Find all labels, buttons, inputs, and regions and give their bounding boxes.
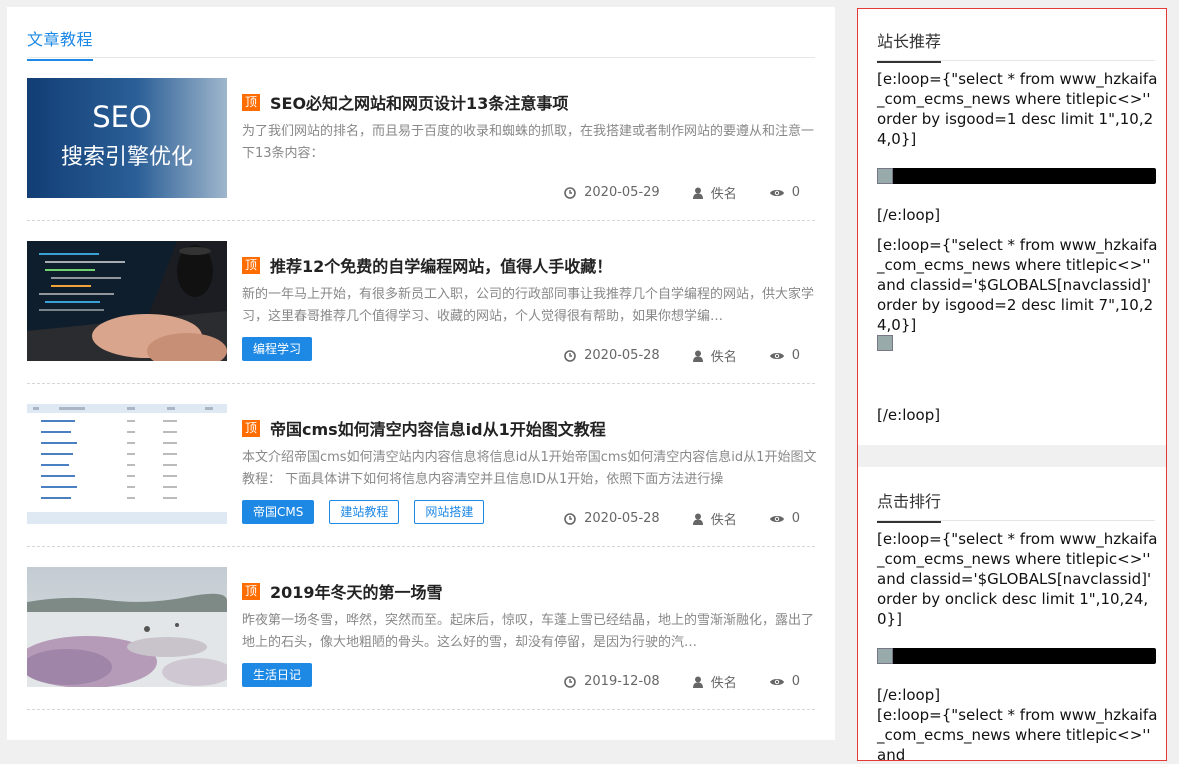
template-code-text: [e:loop={"select * from www_hzkaifa_com_… <box>877 706 1158 761</box>
article-summary: 本文介绍帝国cms如何清空站内内容信息将信息id从1开始帝国cms如何清空内容信… <box>242 450 817 487</box>
article-list-panel: 文章教程 SEO 搜索引擎优化 顶 SEO必知之网站和网页设计13条注意事项 为… <box>7 7 835 740</box>
article-thumbnail[interactable] <box>27 404 227 524</box>
tag-link[interactable]: 编程学习 <box>242 337 313 361</box>
article-date: 2020-05-28 <box>584 348 660 363</box>
sidebar-divider <box>858 445 1166 467</box>
tag-link[interactable]: 生活日记 <box>242 663 313 687</box>
article-summary: 新的一年马上开始，有很多新员工入职，公司的行政部同事让我推荐几个自学编程的网站，… <box>242 287 815 324</box>
article-title-link[interactable]: 2019年冬天的第一场雪 <box>270 579 443 603</box>
top-badge: 顶 <box>242 419 260 437</box>
user-icon <box>692 350 703 362</box>
top-badge: 顶 <box>242 582 260 600</box>
article-item: SEO 搜索引擎优化 顶 SEO必知之网站和网页设计13条注意事项 为了我们网站… <box>27 58 815 221</box>
eye-icon <box>769 515 784 522</box>
article-item: 顶 帝国cms如何清空内容信息id从1开始图文教程 本文介绍帝国cms如何清空站… <box>27 384 817 547</box>
article-summary: 昨夜第一场冬雪，哗然，突然而至。起床后，惊叹，车蓬上雪已经结晶，地上的雪渐渐融化… <box>242 613 815 650</box>
template-code-text: [e:loop={"select * from www_hzkaifa_com_… <box>877 236 1158 334</box>
article-thumbnail[interactable] <box>27 241 227 361</box>
template-code-text: [e:loop={"select * from www_hzkaifa_com_… <box>877 530 1158 628</box>
recommend-header: 站长推荐 <box>877 28 1155 63</box>
user-icon <box>692 676 703 688</box>
clock-icon <box>564 349 576 362</box>
article-summary: 为了我们网站的排名，而且易于百度的收录和蜘蛛的抓取，在我搭建或者制作网站的要遵从… <box>242 124 815 161</box>
article-tags: 编程学习 <box>242 337 313 361</box>
user-icon <box>692 187 703 199</box>
user-icon <box>692 513 703 525</box>
eye-icon <box>769 678 784 685</box>
article-thumbnail[interactable] <box>27 567 227 687</box>
broken-image-icon[interactable] <box>877 335 893 351</box>
tab-article-tutorials[interactable]: 文章教程 <box>27 26 94 61</box>
article-views: 0 <box>791 348 800 363</box>
article-thumbnail[interactable]: SEO 搜索引擎优化 <box>27 78 227 198</box>
broken-image-icon <box>877 168 893 184</box>
article-date: 2020-05-28 <box>584 511 660 526</box>
eye-icon <box>769 352 784 359</box>
article-meta: 2020-05-28 佚名 0 <box>564 509 800 528</box>
template-code-text: [e:loop={"select * from www_hzkaifa_com_… <box>877 70 1158 148</box>
article-meta: 2020-05-28 佚名 0 <box>564 346 800 365</box>
tag-link[interactable]: 帝国CMS <box>242 500 315 524</box>
clock-icon <box>564 512 576 525</box>
article-author: 佚名 <box>710 187 737 202</box>
tag-link[interactable]: 建站教程 <box>329 500 400 524</box>
template-code-text: [/e:loop] <box>877 206 941 224</box>
article-title-link[interactable]: 帝国cms如何清空内容信息id从1开始图文教程 <box>270 416 606 440</box>
article-author: 佚名 <box>710 513 737 528</box>
article-tags: 帝国CMS 建站教程 网站搭建 <box>242 500 485 524</box>
ranking-header: 点击排行 <box>877 488 1155 523</box>
ranking-title: 点击排行 <box>877 488 942 523</box>
article-title-link[interactable]: SEO必知之网站和网页设计13条注意事项 <box>270 90 568 114</box>
article-meta: 2019-12-08 佚名 0 <box>564 672 800 691</box>
thumb-seo-text: SEO <box>92 100 152 134</box>
article-item: 顶 2019年冬天的第一场雪 昨夜第一场冬雪，哗然，突然而至。起床后，惊叹，车蓬… <box>27 547 815 710</box>
article-date: 2020-05-29 <box>584 185 660 200</box>
broken-image-link[interactable] <box>877 168 1156 184</box>
template-code-text: [/e:loop] <box>877 406 941 424</box>
article-author: 佚名 <box>710 676 737 691</box>
article-title-link[interactable]: 推荐12个免费的自学编程网站，值得人手收藏！ <box>270 253 612 277</box>
article-views: 0 <box>791 185 800 200</box>
article-meta: 2020-05-29 佚名 0 <box>564 183 800 202</box>
top-badge: 顶 <box>242 256 260 274</box>
tag-link[interactable]: 网站搭建 <box>414 500 485 524</box>
article-tags: 生活日记 <box>242 663 313 687</box>
thumb-subtitle-text: 搜索引擎优化 <box>61 145 193 170</box>
article-views: 0 <box>791 674 800 689</box>
eye-icon <box>769 189 784 196</box>
article-author: 佚名 <box>710 350 737 365</box>
top-badge: 顶 <box>242 93 260 111</box>
sidebar: 站长推荐 [e:loop={"select * from www_hzkaifa… <box>857 8 1167 761</box>
tab-bar: 文章教程 <box>27 7 815 61</box>
broken-image-icon <box>877 648 893 664</box>
clock-icon <box>564 186 576 199</box>
article-item: 顶 推荐12个免费的自学编程网站，值得人手收藏！ 新的一年马上开始，有很多新员工… <box>27 221 815 384</box>
article-date: 2019-12-08 <box>584 674 660 689</box>
broken-image-link[interactable] <box>877 648 1156 664</box>
template-code-text: [/e:loop] <box>877 686 941 704</box>
recommend-title: 站长推荐 <box>877 28 942 63</box>
clock-icon <box>564 675 576 688</box>
article-views: 0 <box>791 511 800 526</box>
